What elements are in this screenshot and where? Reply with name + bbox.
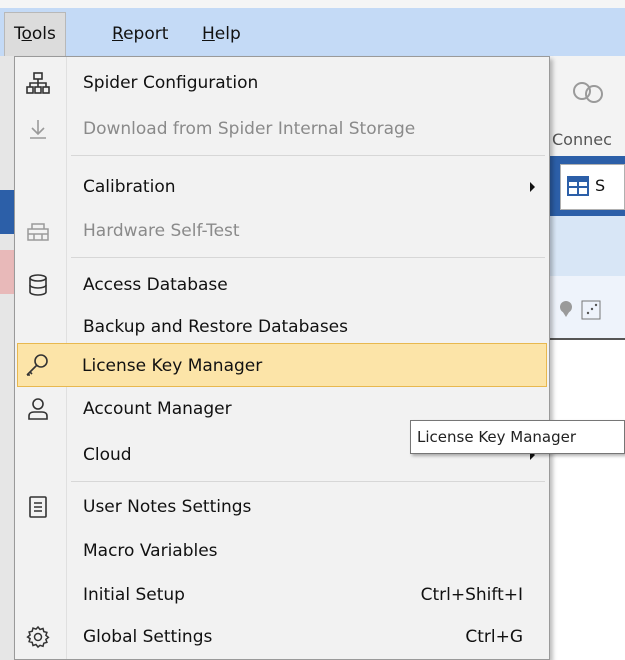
menu-help[interactable]: Help (193, 14, 250, 54)
menu-item-calibration[interactable]: Calibration (17, 165, 547, 209)
menu-item-spider-configuration[interactable]: Spider Configuration (17, 61, 547, 105)
background-tabbar: S (548, 156, 625, 216)
download-icon (25, 116, 51, 142)
menu-item-global-settings[interactable]: Global Settings Ctrl+G (17, 615, 547, 659)
menu-item-label: Spider Configuration (83, 73, 259, 93)
menu-item-initial-setup[interactable]: Initial Setup Ctrl+Shift+I (17, 573, 547, 617)
license-key-manager-tooltip: License Key Manager (410, 420, 625, 454)
menu-item-label: Download from Spider Internal Storage (83, 119, 416, 139)
background-toolbar-2 (548, 276, 625, 340)
hardware-icon (25, 218, 51, 244)
menu-item-label: Global Settings (83, 627, 213, 647)
background-panel-left-pink (0, 250, 14, 294)
notes-icon (25, 494, 51, 520)
menu-item-label: Calibration (83, 177, 176, 197)
background-tab-label: S (595, 176, 606, 195)
menu-item-label: Initial Setup (83, 585, 185, 605)
menu-item-label: License Key Manager (82, 356, 263, 376)
menu-item-shortcut: Ctrl+G (465, 627, 523, 647)
menu-item-download-internal-storage[interactable]: Download from Spider Internal Storage (17, 107, 547, 151)
connect-label[interactable]: Connec (552, 130, 612, 149)
tools-dropdown-menu: Spider Configuration Download from Spide… (14, 56, 550, 660)
menu-separator (71, 257, 545, 258)
window-top-strip (0, 0, 625, 8)
menu-separator (71, 481, 545, 482)
menu-separator (71, 155, 545, 156)
menu-item-license-key-manager[interactable]: License Key Manager (17, 343, 547, 387)
sitemap-icon (25, 70, 51, 96)
menu-item-label: Macro Variables (83, 541, 218, 561)
menu-item-label: Cloud (83, 445, 132, 465)
key-icon (24, 352, 50, 378)
menu-tools[interactable]: Tools (4, 12, 66, 56)
background-ribbon (548, 216, 625, 276)
link-icon (573, 82, 603, 103)
menu-item-access-database[interactable]: Access Database (17, 263, 547, 307)
menu-item-label: Hardware Self-Test (83, 221, 240, 241)
menu-item-label: Access Database (83, 275, 228, 295)
user-icon (25, 396, 51, 422)
background-panel-left (0, 56, 14, 660)
submenu-arrow-icon (530, 182, 535, 192)
menu-item-hardware-self-test[interactable]: Hardware Self-Test (17, 209, 547, 253)
gear-icon (25, 624, 51, 650)
database-icon (25, 272, 51, 298)
menu-item-macro-variables[interactable]: Macro Variables (17, 529, 547, 573)
menu-item-label: Account Manager (83, 399, 232, 419)
menu-item-shortcut: Ctrl+Shift+I (420, 585, 523, 605)
menubar: Tools Report Help (0, 0, 625, 56)
background-toolbar: Connec (548, 56, 625, 156)
background-panel-left-blue (0, 190, 14, 234)
background-tab[interactable]: S (560, 164, 625, 210)
menu-report[interactable]: Report (103, 14, 177, 54)
menu-item-user-notes-settings[interactable]: User Notes Settings (17, 485, 547, 529)
menubar-background (0, 8, 625, 56)
menu-item-label: User Notes Settings (83, 497, 252, 517)
table-icon (567, 176, 589, 196)
chart-tools-icon[interactable] (558, 298, 618, 322)
